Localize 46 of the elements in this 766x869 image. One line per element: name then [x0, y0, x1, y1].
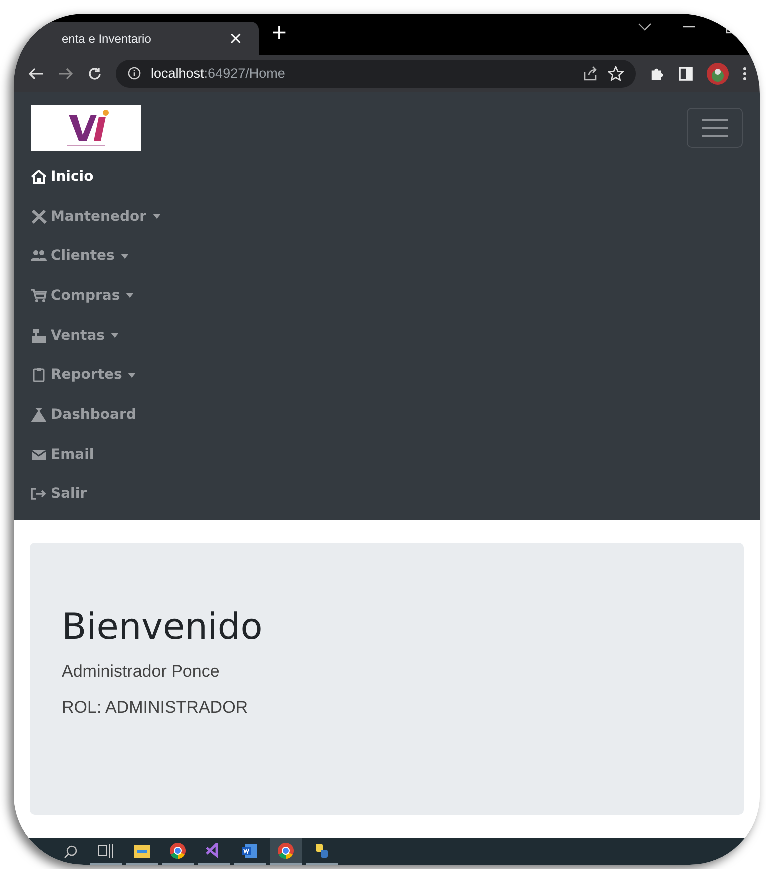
chrome-icon	[278, 842, 294, 858]
star-icon[interactable]	[608, 66, 624, 81]
folder-icon	[134, 844, 150, 858]
address-field[interactable]: localhost:64927/Home	[116, 60, 636, 88]
menu-icon[interactable]	[743, 66, 747, 80]
side-panel-icon[interactable]	[679, 66, 693, 80]
puzzle-icon[interactable]	[650, 66, 665, 81]
user-name: Administrador Ponce	[62, 662, 221, 682]
reload-icon[interactable]	[88, 66, 102, 80]
logo-icon[interactable]	[31, 105, 141, 151]
sign-out-icon	[31, 487, 47, 502]
nav-link[interactable]: Reportes	[31, 355, 136, 396]
nav-link[interactable]: Inicio	[31, 157, 94, 197]
user-role: ROL: ADMINISTRADOR	[62, 698, 250, 718]
document-icon	[242, 842, 258, 858]
chevron-icon[interactable]	[638, 22, 652, 32]
hamburger-icon	[702, 118, 728, 138]
url-path: :64927/Home	[204, 66, 286, 81]
welcome-heading: Bienvenido	[62, 607, 264, 648]
clipboard-icon	[31, 368, 47, 382]
info-icon[interactable]	[128, 67, 141, 80]
url-host: localhost	[151, 66, 204, 81]
avatar-icon[interactable]	[707, 62, 729, 84]
forward-icon[interactable]	[58, 66, 74, 80]
cash-register-icon	[31, 328, 47, 343]
back-icon[interactable]	[28, 66, 44, 80]
search-icon[interactable]	[64, 844, 78, 858]
nav-link[interactable]: Dashboard	[31, 395, 136, 435]
nav-link[interactable]: Compras	[31, 276, 134, 316]
task-view-icon	[98, 842, 114, 858]
close-tab-button[interactable]: ×	[224, 28, 247, 48]
tab-title: enta e Inventario	[62, 32, 152, 46]
cart-icon	[31, 288, 47, 303]
chrome-icon	[170, 842, 186, 858]
nav-link[interactable]: Ventas	[31, 316, 120, 356]
new-tab-button[interactable]: +	[267, 20, 292, 44]
menu-toggle-button[interactable]	[687, 108, 743, 148]
taskbar-app[interactable]	[270, 838, 302, 865]
users-icon	[31, 249, 47, 264]
nav-link[interactable]: Email	[31, 434, 94, 474]
nav-link[interactable]: Clientes	[31, 236, 129, 276]
share-icon[interactable]	[582, 66, 598, 81]
nav-link[interactable]: Mantenedor	[31, 196, 161, 236]
nav-link[interactable]: Salir	[31, 474, 88, 514]
home-icon	[31, 170, 47, 184]
envelope-icon	[31, 448, 47, 462]
